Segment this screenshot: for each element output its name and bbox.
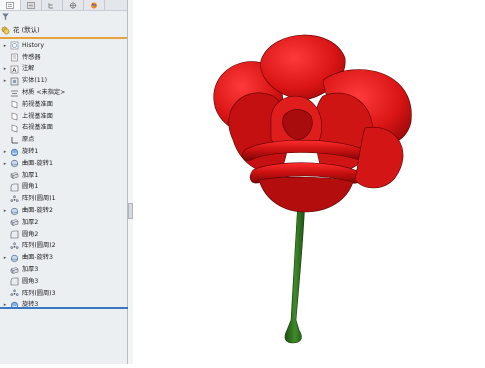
root-accent-line — [0, 37, 127, 39]
feature-manager-icon — [6, 1, 14, 9]
tree-item[interactable]: 阵列(圆周)3 — [0, 288, 127, 300]
tree-item-label: 加厚3 — [22, 265, 39, 273]
thicken-icon — [10, 218, 19, 227]
tree-item[interactable]: ▸ 实体(11) — [0, 75, 127, 87]
revolve-icon — [10, 148, 19, 157]
tree-item[interactable]: 原点 — [0, 134, 127, 146]
tree-item-label: 加厚2 — [22, 218, 39, 226]
circular-pattern-icon — [10, 195, 19, 204]
tree-item[interactable]: ▸ 曲面-旋转2 — [0, 205, 127, 217]
tree-item[interactable]: 材质 <未指定> — [0, 87, 127, 99]
property-manager-icon — [27, 1, 35, 9]
tree-item-label: 原点 — [22, 136, 35, 144]
tree-item[interactable]: ▸ 曲面-旋转3 — [0, 252, 127, 264]
tree-item[interactable]: 加厚3 — [0, 264, 127, 276]
tree-item-label: 注解 — [22, 65, 35, 73]
feature-manager-panel: 花 (默认) ▸ History 传感器 ▸ A 注解 ▸ 实体(11) 材质 <未指定> 前视基… — [0, 0, 128, 364]
surface-revolve-icon — [10, 207, 19, 216]
tree-item[interactable]: 前视基准面 — [0, 99, 127, 111]
tree-end-marker — [0, 307, 128, 309]
expand-arrow-icon[interactable]: ▸ — [2, 78, 8, 84]
plane-icon — [10, 112, 19, 121]
panel-tabs — [0, 0, 127, 11]
tree-item[interactable]: 圆角1 — [0, 182, 127, 194]
fillet-icon — [10, 183, 19, 192]
tree-item-label: 右视基准面 — [22, 124, 53, 132]
tree-item-label: History — [22, 41, 45, 49]
tree-item-label: 曲面-旋转3 — [22, 254, 53, 262]
expand-arrow-icon[interactable]: ▸ — [2, 161, 8, 167]
plane-icon — [10, 100, 19, 109]
tree-item[interactable]: 阵列(圆周)1 — [0, 193, 127, 205]
dimxpert-tab[interactable] — [63, 0, 84, 10]
filter-bar — [0, 11, 127, 23]
expand-arrow-icon[interactable]: ▸ — [2, 208, 8, 214]
graphics-area[interactable] — [133, 0, 485, 364]
configuration-manager-tab[interactable] — [42, 0, 63, 10]
plane-icon — [10, 124, 19, 133]
property-manager-tab[interactable] — [21, 0, 42, 10]
part-icon — [1, 26, 10, 35]
tree-item-label: 前视基准面 — [22, 100, 53, 108]
tree-item-label: 传感器 — [22, 53, 41, 61]
circular-pattern-icon — [10, 289, 19, 298]
solid-bodies-icon — [10, 77, 19, 86]
tree-item[interactable]: 加厚2 — [0, 217, 127, 229]
tree-item-label: 曲面-旋转1 — [22, 159, 53, 167]
tree-item-label: 圆角1 — [22, 183, 39, 191]
part-name: 花 (默认) — [13, 25, 40, 34]
tree-item[interactable]: 圆角2 — [0, 229, 127, 241]
tree-item[interactable]: ▸ History — [0, 40, 127, 52]
thicken-icon — [10, 266, 19, 275]
feature-manager-tab[interactable] — [0, 0, 21, 10]
display-manager-icon — [91, 2, 97, 8]
material-icon — [10, 89, 19, 98]
tree-item-label: 曲面-旋转2 — [22, 206, 53, 214]
tree-item-label: 阵列(圆周)2 — [22, 242, 56, 250]
stem — [284, 199, 306, 344]
origin-icon — [10, 136, 19, 145]
tree-item-label: 上视基准面 — [22, 112, 53, 120]
history-icon — [10, 41, 19, 50]
tree-item[interactable]: 阵列(圆周)2 — [0, 241, 127, 253]
tree-item[interactable]: ▸ 旋转3 — [0, 300, 127, 312]
circular-pattern-icon — [10, 242, 19, 251]
tree-item-label: 加厚1 — [22, 171, 39, 179]
surface-revolve-icon — [10, 254, 19, 263]
tree-item-label: 实体(11) — [22, 77, 48, 85]
configuration-manager-icon — [48, 2, 53, 8]
petal-cup — [258, 176, 354, 213]
sensor-icon — [10, 53, 19, 62]
expand-arrow-icon[interactable]: ▸ — [2, 66, 8, 72]
expand-arrow-icon[interactable]: ▸ — [2, 255, 8, 261]
filter-icon[interactable] — [2, 13, 9, 21]
tree-item[interactable]: 右视基准面 — [0, 123, 127, 135]
tree-item[interactable]: ▸ 旋转1 — [0, 146, 127, 158]
fillet-icon — [10, 230, 19, 239]
tree-root-part[interactable]: 花 (默认) — [0, 23, 127, 37]
thicken-icon — [10, 171, 19, 180]
tree-item-label: 旋转1 — [22, 147, 39, 155]
tree-item[interactable]: 传感器 — [0, 52, 127, 64]
tree-item[interactable]: ▸ A 注解 — [0, 64, 127, 76]
tree-item-label: 圆角3 — [22, 277, 39, 285]
display-manager-tab[interactable] — [84, 0, 105, 10]
tree-item-label: 圆角2 — [22, 230, 39, 238]
tree-item[interactable]: ▸ 曲面-旋转1 — [0, 158, 127, 170]
feature-tree: ▸ History 传感器 ▸ A 注解 ▸ 实体(11) 材质 <未指定> 前视基准面 上视基准面… — [0, 40, 127, 311]
fillet-icon — [10, 277, 19, 286]
tree-item-label: 材质 <未指定> — [22, 88, 66, 96]
tree-item-label: 阵列(圆周)3 — [22, 289, 56, 297]
dimxpert-icon — [69, 1, 77, 9]
rose-3d-model[interactable] — [133, 0, 485, 364]
tree-item[interactable]: 加厚1 — [0, 170, 127, 182]
tree-item-label: 阵列(圆周)1 — [22, 195, 56, 203]
expand-arrow-icon[interactable]: ▸ — [2, 149, 8, 155]
tree-item[interactable]: 圆角3 — [0, 276, 127, 288]
tree-item[interactable]: 上视基准面 — [0, 111, 127, 123]
annotation-icon: A — [10, 65, 19, 74]
surface-revolve-icon — [10, 159, 19, 168]
expand-arrow-icon[interactable]: ▸ — [2, 43, 8, 49]
